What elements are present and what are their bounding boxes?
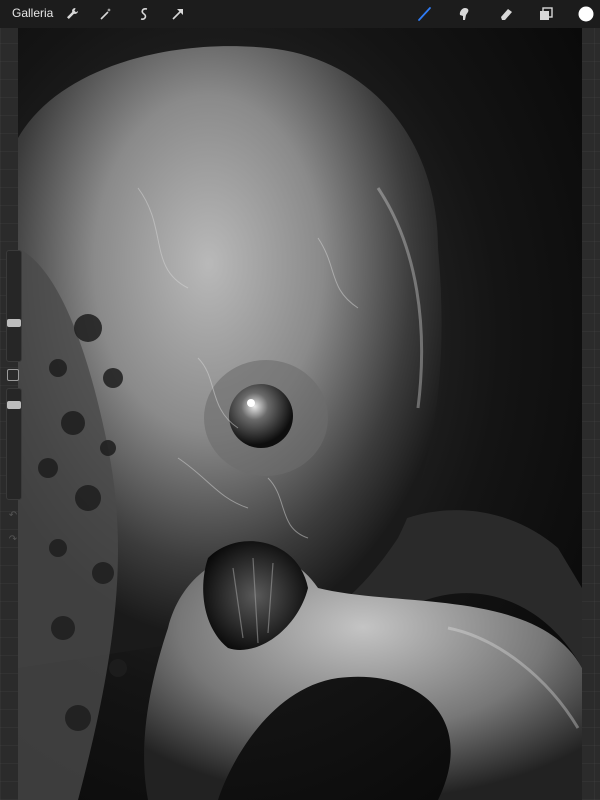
brush-size-thumb[interactable] xyxy=(7,319,21,327)
top-toolbar: Galleria xyxy=(0,0,600,28)
gallery-button[interactable]: Galleria xyxy=(12,6,53,20)
layers-icon[interactable] xyxy=(536,4,556,24)
octopus-painting xyxy=(18,46,582,800)
transform-arrow-icon[interactable] xyxy=(168,4,188,24)
selection-icon[interactable] xyxy=(134,4,154,24)
smudge-icon[interactable] xyxy=(454,4,474,24)
artwork-canvas[interactable] xyxy=(18,28,582,800)
brush-size-slider[interactable] xyxy=(6,250,22,362)
undo-icon[interactable]: ↶ xyxy=(7,510,19,522)
wrench-icon[interactable] xyxy=(62,4,82,24)
brush-icon[interactable] xyxy=(414,4,434,24)
redo-icon[interactable]: ↷ xyxy=(7,534,19,546)
canvas-area[interactable] xyxy=(0,28,600,800)
opacity-thumb[interactable] xyxy=(7,401,21,409)
modify-button[interactable] xyxy=(7,369,19,381)
eraser-icon[interactable] xyxy=(496,4,516,24)
opacity-slider[interactable] xyxy=(6,388,22,500)
left-sidebar: ↶ ↷ xyxy=(2,250,22,550)
magic-wand-icon[interactable] xyxy=(96,4,116,24)
procreate-app: Galleria ↶ ↷ xyxy=(0,0,600,800)
color-swatch[interactable] xyxy=(576,4,596,24)
